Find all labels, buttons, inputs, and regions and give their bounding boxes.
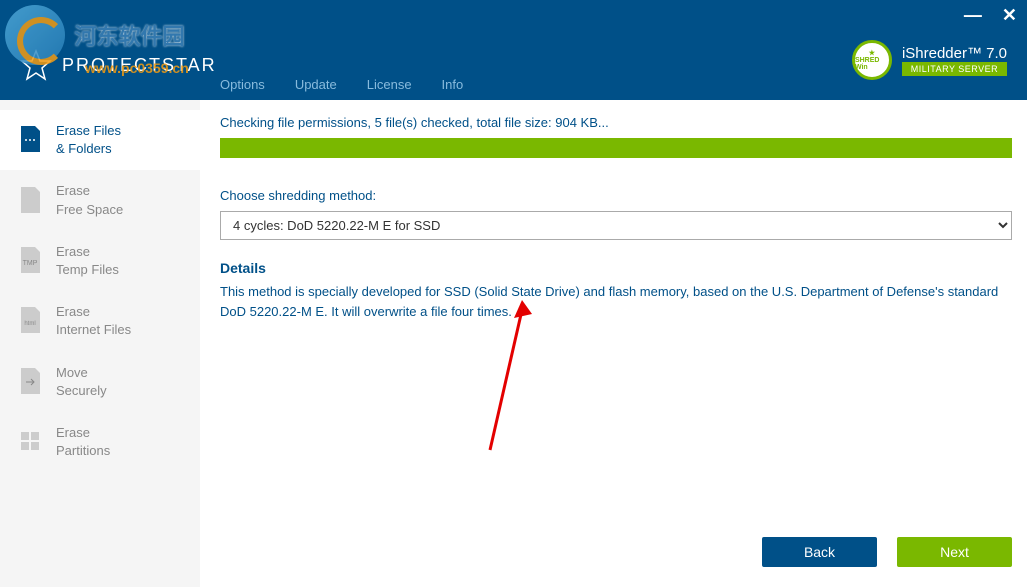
sidebar-label: Erase Files bbox=[56, 123, 121, 138]
status-text: Checking file permissions, 5 file(s) che… bbox=[220, 115, 1012, 130]
minimize-button[interactable]: — bbox=[964, 5, 982, 26]
close-button[interactable]: ✕ bbox=[1002, 5, 1017, 26]
sidebar-item-move-securely[interactable]: MoveSecurely bbox=[0, 352, 200, 412]
details-heading: Details bbox=[220, 260, 1012, 276]
shredding-method-dropdown[interactable]: 4 cycles: DoD 5220.22-M E for SSD bbox=[220, 211, 1012, 240]
file-icon bbox=[18, 187, 42, 215]
logo-area: PROTECTSTAR bbox=[20, 49, 217, 81]
product-badge: ★SHRED Win iShredder™ 7.0 MILITARY SERVE… bbox=[852, 40, 1007, 80]
button-bar: Back Next bbox=[762, 537, 1012, 567]
brand-name: PROTECTSTAR bbox=[62, 55, 217, 76]
sidebar-item-internet-files[interactable]: html EraseInternet Files bbox=[0, 291, 200, 351]
sidebar-label: Erase bbox=[56, 183, 90, 198]
header: PROTECTSTAR Options Update License Info … bbox=[0, 30, 1027, 100]
sidebar-label: Erase bbox=[56, 244, 90, 259]
menu-bar: Options Update License Info bbox=[220, 77, 463, 92]
main-panel: Checking file permissions, 5 file(s) che… bbox=[200, 100, 1027, 587]
details-text: This method is specially developed for S… bbox=[220, 282, 1012, 321]
menu-update[interactable]: Update bbox=[295, 77, 337, 92]
titlebar: — ✕ bbox=[0, 0, 1027, 30]
next-button[interactable]: Next bbox=[897, 537, 1012, 567]
file-dots-icon bbox=[18, 126, 42, 154]
sidebar-label: Erase bbox=[56, 304, 90, 319]
progress-bar bbox=[220, 138, 1012, 158]
menu-license[interactable]: License bbox=[367, 77, 412, 92]
file-html-icon: html bbox=[18, 307, 42, 335]
partitions-icon bbox=[18, 428, 42, 456]
svg-text:html: html bbox=[24, 321, 35, 327]
menu-info[interactable]: Info bbox=[442, 77, 464, 92]
sidebar-label: Move bbox=[56, 365, 88, 380]
product-name: iShredder™ 7.0 bbox=[902, 45, 1007, 62]
sidebar-item-temp-files[interactable]: TMP EraseTemp Files bbox=[0, 231, 200, 291]
file-arrow-icon bbox=[18, 368, 42, 396]
sidebar-item-partitions[interactable]: ErasePartitions bbox=[0, 412, 200, 472]
sidebar-label: Erase bbox=[56, 425, 90, 440]
svg-text:TMP: TMP bbox=[23, 260, 38, 267]
sidebar-item-erase-files[interactable]: Erase Files& Folders bbox=[0, 110, 200, 170]
menu-options[interactable]: Options bbox=[220, 77, 265, 92]
method-label: Choose shredding method: bbox=[220, 188, 1012, 203]
protectstar-logo-icon bbox=[20, 49, 52, 81]
sidebar: Erase Files& Folders EraseFree Space TMP… bbox=[0, 100, 200, 587]
file-tmp-icon: TMP bbox=[18, 247, 42, 275]
product-edition: MILITARY SERVER bbox=[902, 62, 1007, 76]
annotation-arrow-icon bbox=[480, 300, 540, 460]
shred-medal-icon: ★SHRED Win bbox=[852, 40, 892, 80]
back-button[interactable]: Back bbox=[762, 537, 877, 567]
sidebar-item-free-space[interactable]: EraseFree Space bbox=[0, 170, 200, 230]
